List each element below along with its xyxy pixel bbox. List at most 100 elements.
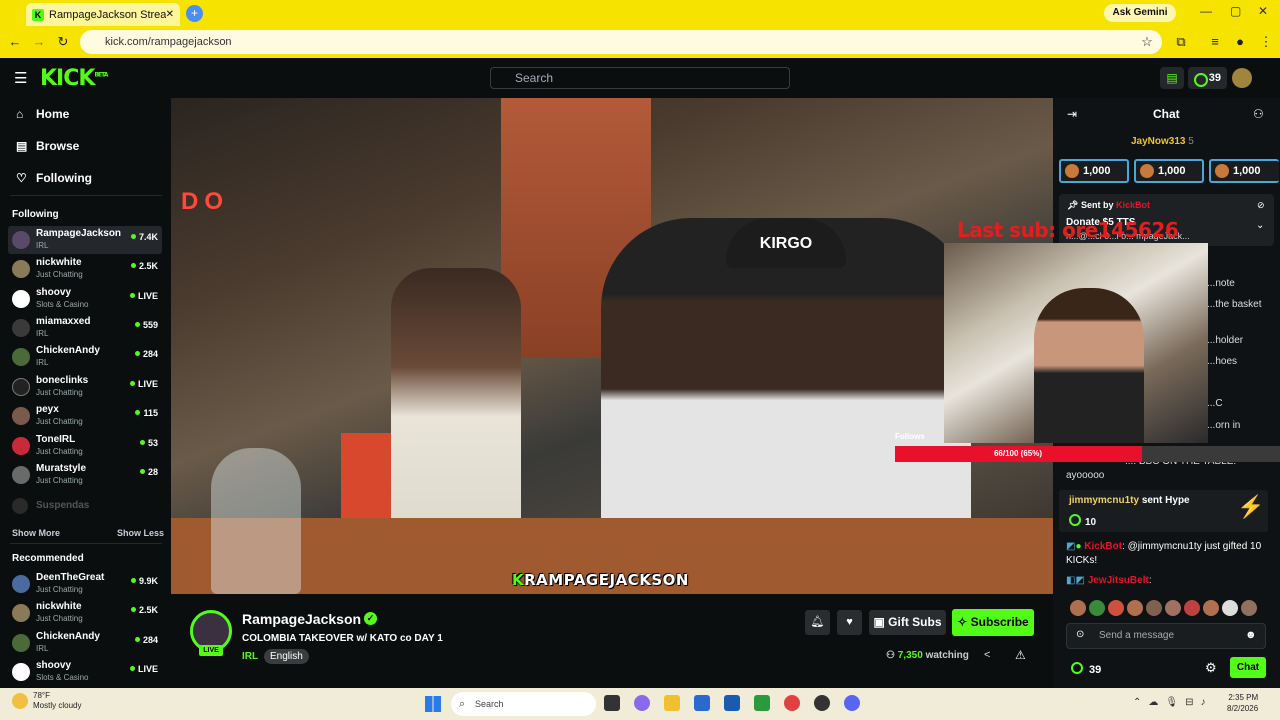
language-tag[interactable]: English bbox=[264, 649, 309, 664]
channel-avatar bbox=[12, 466, 30, 484]
search-input[interactable]: Search bbox=[490, 67, 790, 89]
emoji-icon[interactable]: ☻ bbox=[1245, 629, 1257, 641]
store-icon[interactable] bbox=[694, 695, 710, 711]
new-tab-button[interactable]: + bbox=[186, 5, 203, 22]
close-tab-icon[interactable]: ✕ bbox=[166, 9, 174, 20]
stream-title: COLOMBIA TAKEOVER w/ KATO co DAY 1 bbox=[242, 633, 443, 644]
emote-bar[interactable] bbox=[1070, 600, 1270, 616]
chat-message-input[interactable]: Send a message bbox=[1066, 623, 1266, 649]
minimize-icon[interactable]: — bbox=[1200, 4, 1212, 18]
gear-icon[interactable]: ⚙ bbox=[1205, 660, 1217, 676]
collapse-chat-icon[interactable]: ⇥ bbox=[1067, 107, 1077, 121]
weather-icon[interactable] bbox=[12, 693, 28, 709]
emote-icon[interactable] bbox=[1222, 600, 1238, 616]
emote-icon[interactable] bbox=[1089, 600, 1105, 616]
show-less-link[interactable]: Show Less bbox=[117, 528, 164, 538]
bookmark-star-icon[interactable]: ☆ bbox=[1137, 32, 1157, 52]
channel-avatar bbox=[12, 290, 30, 308]
sidebar-channel[interactable]: boneclinks Just Chatting LIVE bbox=[8, 373, 162, 401]
sidebar-channel[interactable]: ChickenAndy IRL 284 bbox=[8, 343, 162, 371]
ask-gemini-button[interactable]: Ask Gemini bbox=[1104, 4, 1176, 22]
leaderboard-pill[interactable]: 1,000 bbox=[1209, 159, 1279, 183]
sidebar-channel[interactable]: nickwhite Just Chatting 2.5K bbox=[8, 599, 162, 627]
report-icon[interactable]: ⚠ bbox=[1015, 648, 1026, 662]
gift-icon: ▣ bbox=[873, 615, 889, 629]
channel-avatar bbox=[12, 319, 30, 337]
sidebar-channel[interactable]: shoovy Slots & Casino LIVE bbox=[8, 285, 162, 313]
expand-pinned-icon[interactable]: ⌄ bbox=[1256, 220, 1264, 231]
category-link[interactable]: IRL bbox=[242, 651, 258, 662]
reload-icon[interactable]: ↻ bbox=[53, 32, 73, 52]
outlook-icon[interactable] bbox=[724, 695, 740, 711]
leaderboard-pill[interactable]: 1,000 bbox=[1059, 159, 1129, 183]
nav-following[interactable]: ♡ Following bbox=[16, 171, 92, 185]
chat-message: ...the basket bbox=[1207, 299, 1262, 310]
reading-list-icon[interactable]: ≡ bbox=[1205, 32, 1225, 52]
emote-icon[interactable] bbox=[1241, 600, 1257, 616]
profile-icon[interactable]: ● bbox=[1230, 32, 1250, 52]
chat-send-button[interactable]: Chat bbox=[1230, 657, 1266, 678]
chat-kicks-balance[interactable]: 39 bbox=[1071, 662, 1101, 676]
file-explorer-icon[interactable] bbox=[664, 695, 680, 711]
channel-name[interactable]: RampageJackson bbox=[242, 611, 361, 627]
unpin-icon[interactable]: ⊘ bbox=[1257, 200, 1265, 211]
app-icon[interactable] bbox=[814, 695, 830, 711]
sidebar-channel[interactable]: ToneIRL Just Chatting 53 bbox=[8, 432, 162, 460]
emote-icon[interactable] bbox=[1108, 600, 1124, 616]
sidebar-channel[interactable]: Muratstyle Just Chatting 28 bbox=[8, 461, 162, 489]
close-window-icon[interactable]: ✕ bbox=[1258, 4, 1268, 18]
sidebar-channel[interactable]: miamaxxed IRL 559 bbox=[8, 314, 162, 342]
emote-icon[interactable] bbox=[1184, 600, 1200, 616]
emote-icon[interactable] bbox=[1146, 600, 1162, 616]
bell-icon: 🔔︎ bbox=[810, 616, 825, 628]
start-icon[interactable] bbox=[425, 696, 441, 712]
sidebar-channel[interactable]: shoovy Slots & Casino LIVE bbox=[8, 658, 162, 686]
xbox-icon[interactable] bbox=[754, 695, 770, 711]
top-gifter: JayNow313 5 bbox=[1131, 136, 1194, 147]
maximize-icon[interactable]: ▢ bbox=[1230, 4, 1241, 18]
sidebar-channel[interactable]: RampageJackson IRL 7.4K bbox=[8, 226, 162, 254]
notification-bell-button[interactable]: 🔔︎ bbox=[805, 610, 830, 635]
kicks-balance[interactable]: 39 bbox=[1188, 67, 1227, 89]
user-avatar[interactable] bbox=[1232, 68, 1252, 88]
sidebar-channel[interactable]: DeenTheGreat Just Chatting 9.9K bbox=[8, 570, 162, 598]
channel-avatar bbox=[12, 663, 30, 681]
emote-icon[interactable] bbox=[1165, 600, 1181, 616]
task-view-icon[interactable] bbox=[604, 695, 620, 711]
emote-icon[interactable] bbox=[1127, 600, 1143, 616]
clock[interactable]: 2:35 PM 8/2/2026 bbox=[1227, 692, 1258, 714]
hamburger-menu-icon[interactable]: ☰ bbox=[14, 69, 27, 87]
sidebar-channel[interactable]: ChickenAndy IRL 284 bbox=[8, 629, 162, 657]
discord-icon[interactable] bbox=[844, 695, 860, 711]
browser-tab[interactable]: K RampageJackson Stream - 🔊 ✕ bbox=[26, 3, 180, 26]
emote-icon[interactable] bbox=[1070, 600, 1086, 616]
browser-menu-icon[interactable]: ⋮ bbox=[1256, 32, 1276, 52]
show-more-link[interactable]: Show More bbox=[12, 528, 60, 538]
sidebar-channel[interactable]: nickwhite Just Chatting 2.5K bbox=[8, 255, 162, 283]
video-scene-neon-sign: DO bbox=[181, 188, 229, 215]
url-field[interactable]: kick.com/rampagejackson bbox=[80, 30, 1162, 54]
weather-widget[interactable]: 78°F Mostly cloudy bbox=[33, 691, 81, 711]
copilot-icon[interactable] bbox=[634, 695, 650, 711]
kick-logo[interactable]: KICKBETA bbox=[40, 66, 108, 91]
chat-users-icon[interactable]: ⚇ bbox=[1253, 107, 1264, 121]
subscribe-button[interactable]: ✧ Subscribe bbox=[952, 609, 1034, 636]
back-icon[interactable]: ← bbox=[5, 32, 25, 52]
taskbar-search[interactable]: Search bbox=[451, 692, 596, 716]
notifications-icon[interactable]: ▤ bbox=[1160, 67, 1184, 89]
channel-avatar bbox=[12, 348, 30, 366]
nav-home[interactable]: ⌂ Home bbox=[16, 107, 69, 121]
emote-icon[interactable] bbox=[1203, 600, 1219, 616]
leaderboard-pill[interactable]: 1,000 bbox=[1134, 159, 1204, 183]
chrome-icon[interactable] bbox=[784, 695, 800, 711]
follow-button[interactable]: ♥ bbox=[837, 610, 862, 635]
sidebar-channel[interactable]: peyx Just Chatting 115 bbox=[8, 402, 162, 430]
forward-icon[interactable]: → bbox=[29, 32, 49, 52]
gift-subs-button[interactable]: ▣ Gift Subs bbox=[869, 610, 946, 635]
streamer-overlay-tag: KRAMPAGEJACKSON bbox=[512, 571, 689, 589]
share-icon[interactable]: < bbox=[984, 649, 990, 661]
video-player[interactable]: DO KIRGO bbox=[171, 98, 1053, 594]
system-tray[interactable]: ⌃☁🎙︎⊟♪ bbox=[1133, 697, 1212, 708]
nav-browse[interactable]: ▤ Browse bbox=[16, 139, 79, 153]
extensions-icon[interactable]: ⧉ bbox=[1171, 32, 1191, 52]
